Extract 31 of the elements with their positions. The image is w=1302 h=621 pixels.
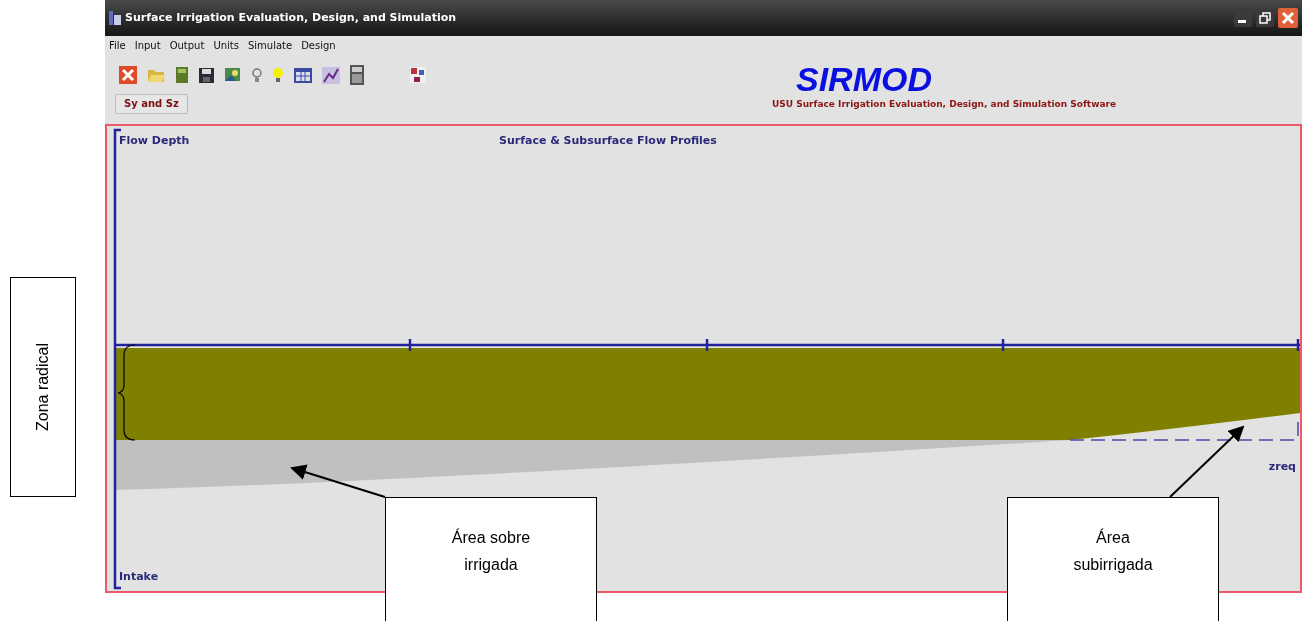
- palette-icon[interactable]: [410, 67, 426, 83]
- chart-title: Surface & Subsurface Flow Profiles: [499, 134, 717, 147]
- lightbulb-icon[interactable]: [272, 67, 284, 83]
- book-icon[interactable]: [175, 66, 189, 84]
- table-icon[interactable]: [294, 67, 312, 83]
- line-label: zreq: [1268, 460, 1296, 473]
- axis-label: Flow Depth: [119, 134, 190, 147]
- image-icon[interactable]: [224, 66, 242, 84]
- chart-icon[interactable]: [322, 66, 340, 84]
- restore-button[interactable]: [1256, 9, 1274, 27]
- annotation-text: Área sobre irrigada: [450, 527, 532, 575]
- axis-label: Intake: [119, 570, 159, 583]
- menu-item[interactable]: Design: [301, 38, 336, 56]
- app-icon: [109, 11, 121, 25]
- close-icon[interactable]: [119, 66, 137, 84]
- annotation-text: Zona radical: [33, 343, 52, 431]
- sy-sz-button[interactable]: Sy and Sz: [115, 94, 188, 114]
- menu-item[interactable]: File: [109, 38, 126, 56]
- menu-item[interactable]: Units: [213, 38, 239, 56]
- annotation-text: Área subirrigada: [1072, 527, 1154, 575]
- menu-item[interactable]: Output: [169, 38, 205, 56]
- save-icon[interactable]: [199, 67, 214, 83]
- lightbulb-icon[interactable]: [252, 67, 262, 83]
- menu-item[interactable]: Input: [134, 38, 161, 56]
- logo-subtitle: USU Surface Irrigation Evaluation, Design, and Simulation Software: [770, 98, 1118, 111]
- window-title: Surface Irrigation Evaluation, Design, and Simulation: [125, 9, 457, 26]
- brace-icon: [117, 344, 136, 441]
- menu-item[interactable]: Simulate: [247, 38, 293, 56]
- logo-title: SIRMOD: [796, 62, 932, 96]
- calculator-icon[interactable]: [350, 65, 364, 85]
- close-button[interactable]: [1278, 8, 1298, 28]
